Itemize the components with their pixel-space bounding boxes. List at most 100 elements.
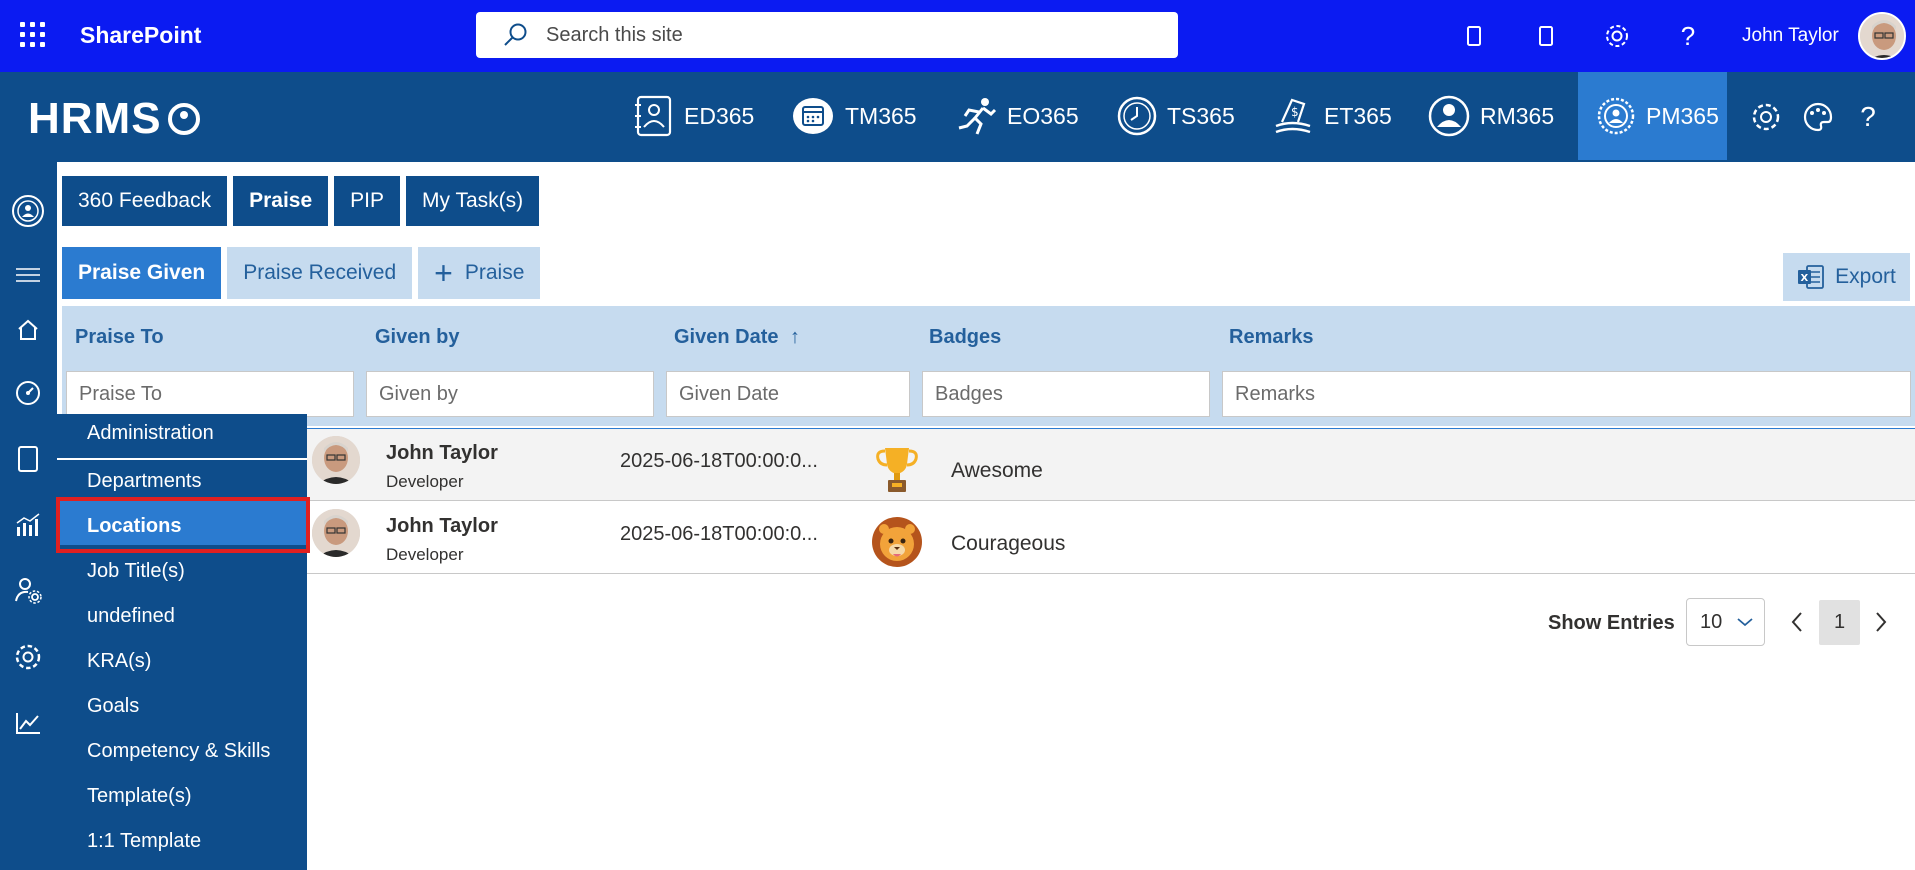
person-icon bbox=[1428, 95, 1470, 137]
expense-icon: $ bbox=[1275, 98, 1311, 134]
module-label: TS365 bbox=[1167, 102, 1235, 129]
menu-item-one-on-one-template[interactable]: 1:1 Template bbox=[87, 830, 201, 853]
filter-remarks[interactable] bbox=[1222, 371, 1911, 417]
trend-chart-icon[interactable] bbox=[10, 705, 46, 741]
palette-icon[interactable] bbox=[1800, 99, 1836, 135]
home-icon[interactable] bbox=[10, 312, 46, 348]
menu-item-kras[interactable]: KRA(s) bbox=[87, 650, 151, 673]
tab-360-feedback[interactable]: 360 Feedback bbox=[62, 176, 228, 226]
previous-page-button[interactable] bbox=[1782, 605, 1812, 639]
module-tm365[interactable]: TM365 bbox=[791, 72, 917, 160]
badge-name: Courageous bbox=[951, 532, 1066, 555]
settings-gear-icon[interactable] bbox=[1748, 99, 1784, 135]
tab-my-tasks[interactable]: My Task(s) bbox=[406, 176, 540, 226]
menu-item-undefined[interactable]: undefined bbox=[87, 605, 175, 628]
praise-subtabs: Praise Given Praise Received + Praise bbox=[62, 247, 541, 299]
settings-gear-icon[interactable] bbox=[10, 639, 46, 675]
add-praise-label: Praise bbox=[464, 261, 525, 284]
avatar bbox=[312, 436, 360, 484]
column-given-date-label: Given Date bbox=[674, 326, 779, 348]
avatar[interactable] bbox=[1858, 12, 1906, 60]
module-rm365[interactable]: RM365 bbox=[1428, 72, 1554, 160]
column-badges[interactable]: Badges bbox=[929, 326, 1001, 349]
filter-praise-to[interactable] bbox=[66, 371, 354, 417]
subtab-praise-received[interactable]: Praise Received bbox=[227, 247, 413, 299]
given-date: 2025-06-18T00:00:0... bbox=[620, 450, 818, 472]
badge-name: Awesome bbox=[951, 459, 1043, 482]
praise-given-by-role: Developer bbox=[386, 545, 464, 564]
document-icon[interactable] bbox=[10, 441, 46, 477]
menu-item-job-titles[interactable]: Job Title(s) bbox=[87, 560, 185, 583]
praise-given-by-role: Developer bbox=[386, 472, 464, 491]
site-search-box[interactable] bbox=[476, 12, 1178, 58]
phone-icon[interactable] bbox=[1456, 18, 1492, 54]
module-label: TM365 bbox=[845, 102, 917, 129]
menu-item-templates[interactable]: Template(s) bbox=[87, 785, 191, 808]
module-label: ET365 bbox=[1324, 102, 1392, 129]
lion-icon bbox=[870, 515, 924, 569]
excel-icon: X bbox=[1798, 265, 1825, 289]
help-icon[interactable]: ? bbox=[1850, 99, 1886, 135]
next-page-button[interactable] bbox=[1866, 605, 1896, 639]
performance-icon bbox=[1597, 97, 1635, 135]
subtab-praise-given[interactable]: Praise Given bbox=[62, 247, 222, 299]
hamburger-menu-icon[interactable] bbox=[10, 257, 46, 293]
menu-item-departments[interactable]: Departments bbox=[87, 470, 202, 493]
module-label: EO365 bbox=[1007, 102, 1079, 129]
menu-item-competency-skills[interactable]: Competency & Skills bbox=[87, 740, 270, 763]
tablet-icon[interactable] bbox=[1528, 18, 1564, 54]
sharepoint-title[interactable]: SharePoint bbox=[80, 22, 201, 49]
suite-bar: SharePoint ? John Taylor bbox=[0, 0, 1915, 72]
flyout-header-administration[interactable]: Administration bbox=[87, 422, 214, 445]
grid-header: Praise To Given by Given Date ↑ Badges R… bbox=[62, 306, 1915, 426]
given-date: 2025-06-18T00:00:0... bbox=[620, 523, 818, 545]
page-number-button[interactable]: 1 bbox=[1819, 600, 1860, 645]
trophy-icon bbox=[870, 442, 924, 496]
module-pm365[interactable]: PM365 bbox=[1578, 72, 1727, 160]
dashboard-gauge-icon[interactable] bbox=[10, 375, 46, 411]
tab-pip[interactable]: PIP bbox=[334, 176, 401, 226]
waffle-icon[interactable] bbox=[20, 22, 46, 48]
sort-ascending-icon: ↑ bbox=[790, 326, 801, 348]
clock-icon bbox=[1117, 96, 1157, 136]
filter-badges[interactable] bbox=[922, 371, 1210, 417]
search-input[interactable] bbox=[546, 23, 1146, 47]
module-label: PM365 bbox=[1646, 102, 1719, 129]
chevron-right-icon bbox=[1876, 612, 1887, 632]
column-given-date[interactable]: Given Date ↑ bbox=[674, 326, 800, 349]
user-name[interactable]: John Taylor bbox=[1742, 25, 1839, 47]
menu-item-locations[interactable]: Locations bbox=[87, 515, 181, 538]
filter-given-date[interactable] bbox=[666, 371, 910, 417]
svg-text:X: X bbox=[1801, 273, 1809, 284]
praise-given-by-name[interactable]: John Taylor bbox=[386, 442, 498, 465]
column-praise-to[interactable]: Praise To bbox=[75, 326, 164, 349]
export-button[interactable]: X Export bbox=[1783, 253, 1910, 301]
module-label: ED365 bbox=[684, 102, 755, 129]
tab-praise[interactable]: Praise bbox=[233, 176, 329, 226]
module-et365[interactable]: $ ET365 bbox=[1272, 72, 1392, 160]
user-settings-icon[interactable] bbox=[10, 572, 46, 608]
hrms-logo[interactable]: HRMS bbox=[28, 94, 200, 144]
praise-given-by-name[interactable]: John Taylor bbox=[386, 515, 498, 538]
onboarding-icon bbox=[958, 98, 997, 135]
profile-icon[interactable] bbox=[10, 193, 46, 229]
module-eo365[interactable]: EO365 bbox=[955, 72, 1079, 160]
module-label: RM365 bbox=[1480, 102, 1555, 129]
module-ts365[interactable]: TS365 bbox=[1117, 72, 1235, 160]
module-ed365[interactable]: ED365 bbox=[634, 72, 754, 160]
flyout-divider bbox=[57, 458, 307, 460]
analytics-bar-icon[interactable] bbox=[10, 507, 46, 543]
export-label: Export bbox=[1835, 265, 1896, 288]
page-size-select[interactable]: 10 bbox=[1686, 598, 1765, 646]
filter-given-by[interactable] bbox=[366, 371, 654, 417]
menu-item-goals[interactable]: Goals bbox=[87, 695, 139, 718]
logo-mark-icon bbox=[167, 103, 200, 135]
column-given-by[interactable]: Given by bbox=[375, 326, 459, 349]
gear-icon[interactable] bbox=[1599, 18, 1635, 54]
column-remarks[interactable]: Remarks bbox=[1229, 326, 1314, 349]
employee-directory-icon bbox=[635, 95, 672, 137]
add-praise-button[interactable]: + Praise bbox=[418, 247, 541, 299]
chevron-left-icon bbox=[1791, 612, 1802, 632]
help-icon[interactable]: ? bbox=[1670, 18, 1706, 54]
hrms-nav-bar: HRMS ED365 TM365 EO365 TS365 $ ET365 RM3… bbox=[0, 72, 1915, 162]
